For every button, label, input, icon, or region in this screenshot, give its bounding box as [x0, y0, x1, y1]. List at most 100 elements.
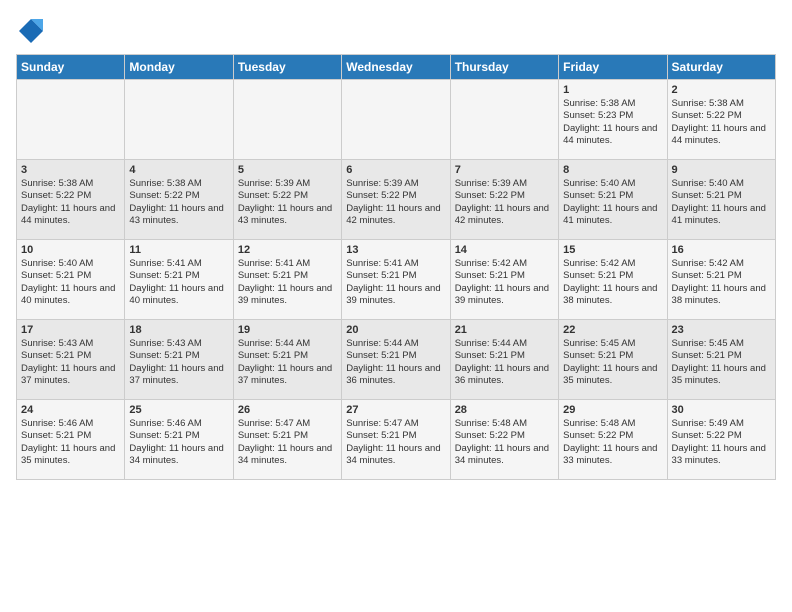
day-number: 7	[455, 164, 554, 176]
calendar-cell: 10Sunrise: 5:40 AM Sunset: 5:21 PM Dayli…	[17, 240, 125, 320]
column-header-tuesday: Tuesday	[233, 55, 341, 80]
day-number: 11	[129, 244, 228, 256]
calendar-cell: 5 Sunrise: 5:39 AM Sunset: 5:22 PM Daylig…	[233, 160, 341, 240]
day-number: 26	[238, 404, 337, 416]
calendar-cell: 11 Sunrise: 5:41 AM Sunset: 5:21 PM Dayli…	[125, 240, 233, 320]
calendar-cell: 7 Sunrise: 5:39 AM Sunset: 5:22 PM Daylig…	[450, 160, 558, 240]
calendar-cell	[342, 80, 450, 160]
calendar-cell: 19 Sunrise: 5:44 AM Sunset: 5:21 PM Dayli…	[233, 320, 341, 400]
day-number: 5	[238, 164, 337, 176]
day-info: Sunrise: 5:43 AM Sunset: 5:21 PM Dayligh…	[21, 338, 120, 387]
day-info: Sunrise: 5:44 AM Sunset: 5:21 PM Dayligh…	[455, 338, 554, 387]
day-info: Sunrise: 5:40 AM Sunset: 5:21 PM Dayligh…	[21, 258, 120, 307]
day-number: 12	[238, 244, 337, 256]
day-info: Sunrise: 5:38 AM Sunset: 5:22 PM Dayligh…	[21, 178, 120, 227]
day-info: Sunrise: 5:41 AM Sunset: 5:21 PM Dayligh…	[346, 258, 445, 307]
calendar-cell: 29Sunrise: 5:48 AM Sunset: 5:22 PM Dayli…	[559, 400, 667, 480]
calendar-cell: 16Sunrise: 5:42 AM Sunset: 5:21 PM Dayli…	[667, 240, 775, 320]
column-header-thursday: Thursday	[450, 55, 558, 80]
calendar-cell: 21 Sunrise: 5:44 AM Sunset: 5:21 PM Dayli…	[450, 320, 558, 400]
calendar-cell: 14 Sunrise: 5:42 AM Sunset: 5:21 PM Dayli…	[450, 240, 558, 320]
day-info: Sunrise: 5:43 AM Sunset: 5:21 PM Dayligh…	[129, 338, 228, 387]
day-number: 25	[129, 404, 228, 416]
day-info: Sunrise: 5:47 AM Sunset: 5:21 PM Dayligh…	[346, 418, 445, 467]
day-number: 17	[21, 324, 120, 336]
calendar-week-row: 1Sunrise: 5:38 AM Sunset: 5:23 PM Daylig…	[17, 80, 776, 160]
day-number: 13	[346, 244, 445, 256]
day-info: Sunrise: 5:39 AM Sunset: 5:22 PM Dayligh…	[455, 178, 554, 227]
day-info: Sunrise: 5:48 AM Sunset: 5:22 PM Dayligh…	[455, 418, 554, 467]
day-number: 19	[238, 324, 337, 336]
calendar-cell	[125, 80, 233, 160]
calendar-table: SundayMondayTuesdayWednesdayThursdayFrid…	[16, 54, 776, 480]
day-number: 14	[455, 244, 554, 256]
day-info: Sunrise: 5:42 AM Sunset: 5:21 PM Dayligh…	[563, 258, 662, 307]
day-info: Sunrise: 5:38 AM Sunset: 5:22 PM Dayligh…	[129, 178, 228, 227]
calendar-cell: 20Sunrise: 5:44 AM Sunset: 5:21 PM Dayli…	[342, 320, 450, 400]
day-number: 23	[672, 324, 771, 336]
day-number: 9	[672, 164, 771, 176]
calendar-week-row: 10Sunrise: 5:40 AM Sunset: 5:21 PM Dayli…	[17, 240, 776, 320]
day-number: 1	[563, 84, 662, 96]
calendar-cell: 30 Sunrise: 5:49 AM Sunset: 5:22 PM Dayli…	[667, 400, 775, 480]
calendar-cell: 8 Sunrise: 5:40 AM Sunset: 5:21 PM Daylig…	[559, 160, 667, 240]
calendar-cell	[233, 80, 341, 160]
day-number: 4	[129, 164, 228, 176]
column-header-saturday: Saturday	[667, 55, 775, 80]
calendar-cell: 15 Sunrise: 5:42 AM Sunset: 5:21 PM Dayli…	[559, 240, 667, 320]
calendar-cell: 17 Sunrise: 5:43 AM Sunset: 5:21 PM Dayli…	[17, 320, 125, 400]
day-info: Sunrise: 5:39 AM Sunset: 5:22 PM Dayligh…	[238, 178, 337, 227]
day-info: Sunrise: 5:41 AM Sunset: 5:21 PM Dayligh…	[129, 258, 228, 307]
calendar-cell: 12Sunrise: 5:41 AM Sunset: 5:21 PM Dayli…	[233, 240, 341, 320]
calendar-cell: 1Sunrise: 5:38 AM Sunset: 5:23 PM Daylig…	[559, 80, 667, 160]
column-header-sunday: Sunday	[17, 55, 125, 80]
day-number: 6	[346, 164, 445, 176]
logo	[16, 16, 50, 46]
day-info: Sunrise: 5:38 AM Sunset: 5:22 PM Dayligh…	[672, 98, 771, 147]
day-info: Sunrise: 5:42 AM Sunset: 5:21 PM Dayligh…	[455, 258, 554, 307]
page-header	[16, 16, 776, 46]
column-header-friday: Friday	[559, 55, 667, 80]
day-info: Sunrise: 5:46 AM Sunset: 5:21 PM Dayligh…	[21, 418, 120, 467]
calendar-cell: 26Sunrise: 5:47 AM Sunset: 5:21 PM Dayli…	[233, 400, 341, 480]
day-number: 27	[346, 404, 445, 416]
day-number: 3	[21, 164, 120, 176]
day-number: 16	[672, 244, 771, 256]
calendar-cell: 18 Sunrise: 5:43 AM Sunset: 5:21 PM Dayli…	[125, 320, 233, 400]
calendar-cell: 24 Sunrise: 5:46 AM Sunset: 5:21 PM Dayli…	[17, 400, 125, 480]
day-info: Sunrise: 5:46 AM Sunset: 5:21 PM Dayligh…	[129, 418, 228, 467]
day-info: Sunrise: 5:40 AM Sunset: 5:21 PM Dayligh…	[563, 178, 662, 227]
day-number: 24	[21, 404, 120, 416]
calendar-cell: 27 Sunrise: 5:47 AM Sunset: 5:21 PM Dayli…	[342, 400, 450, 480]
day-info: Sunrise: 5:44 AM Sunset: 5:21 PM Dayligh…	[238, 338, 337, 387]
calendar-cell: 4 Sunrise: 5:38 AM Sunset: 5:22 PM Daylig…	[125, 160, 233, 240]
day-number: 21	[455, 324, 554, 336]
day-info: Sunrise: 5:45 AM Sunset: 5:21 PM Dayligh…	[563, 338, 662, 387]
day-number: 8	[563, 164, 662, 176]
calendar-cell: 6 Sunrise: 5:39 AM Sunset: 5:22 PM Daylig…	[342, 160, 450, 240]
calendar-cell	[17, 80, 125, 160]
calendar-cell: 22 Sunrise: 5:45 AM Sunset: 5:21 PM Dayli…	[559, 320, 667, 400]
day-number: 2	[672, 84, 771, 96]
day-info: Sunrise: 5:44 AM Sunset: 5:21 PM Dayligh…	[346, 338, 445, 387]
day-info: Sunrise: 5:49 AM Sunset: 5:22 PM Dayligh…	[672, 418, 771, 467]
calendar-cell: 3 Sunrise: 5:38 AM Sunset: 5:22 PM Daylig…	[17, 160, 125, 240]
calendar-week-row: 24 Sunrise: 5:46 AM Sunset: 5:21 PM Dayli…	[17, 400, 776, 480]
day-number: 29	[563, 404, 662, 416]
day-info: Sunrise: 5:45 AM Sunset: 5:21 PM Dayligh…	[672, 338, 771, 387]
calendar-cell	[450, 80, 558, 160]
calendar-cell: 9Sunrise: 5:40 AM Sunset: 5:21 PM Daylig…	[667, 160, 775, 240]
calendar-cell: 25 Sunrise: 5:46 AM Sunset: 5:21 PM Dayli…	[125, 400, 233, 480]
calendar-cell: 13 Sunrise: 5:41 AM Sunset: 5:21 PM Dayli…	[342, 240, 450, 320]
calendar-week-row: 17 Sunrise: 5:43 AM Sunset: 5:21 PM Dayli…	[17, 320, 776, 400]
day-number: 28	[455, 404, 554, 416]
day-number: 18	[129, 324, 228, 336]
column-header-wednesday: Wednesday	[342, 55, 450, 80]
logo-icon	[16, 16, 46, 46]
day-number: 22	[563, 324, 662, 336]
day-number: 15	[563, 244, 662, 256]
day-info: Sunrise: 5:39 AM Sunset: 5:22 PM Dayligh…	[346, 178, 445, 227]
day-number: 30	[672, 404, 771, 416]
calendar-cell: 23 Sunrise: 5:45 AM Sunset: 5:21 PM Dayli…	[667, 320, 775, 400]
calendar-header-row: SundayMondayTuesdayWednesdayThursdayFrid…	[17, 55, 776, 80]
